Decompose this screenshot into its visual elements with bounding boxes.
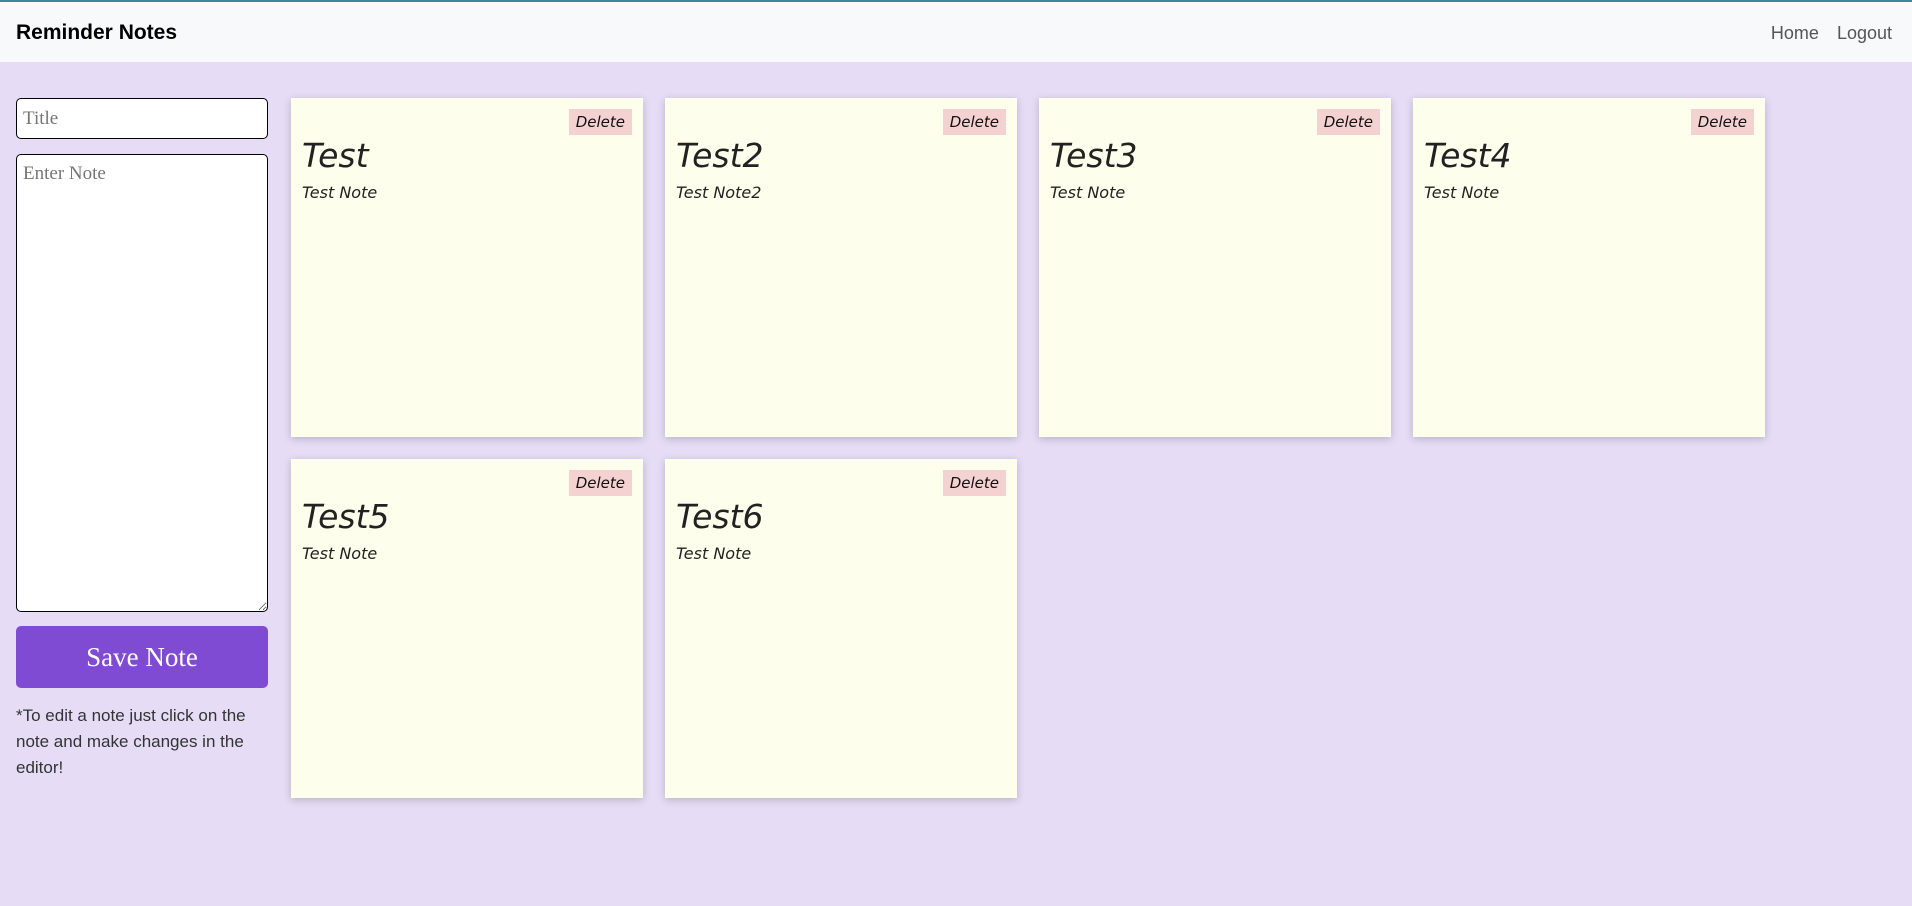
delete-button[interactable]: Delete <box>568 109 632 135</box>
note-title: Test <box>302 136 369 175</box>
note-title: Test4 <box>1424 136 1512 175</box>
nav-home-link[interactable]: Home <box>1771 23 1819 44</box>
save-note-button[interactable]: Save Note <box>16 626 268 688</box>
note-card[interactable]: Delete Test Test Note <box>291 98 643 437</box>
nav-logout-link[interactable]: Logout <box>1837 23 1892 44</box>
note-body: Test Note <box>302 183 378 202</box>
note-card[interactable]: Delete Test5 Test Note <box>291 459 643 798</box>
note-body: Test Note <box>1050 183 1126 202</box>
note-title: Test6 <box>676 497 764 536</box>
note-body: Test Note <box>302 544 378 563</box>
delete-button[interactable]: Delete <box>568 470 632 496</box>
note-card[interactable]: Delete Test6 Test Note <box>665 459 1017 798</box>
note-body: Test Note <box>676 544 752 563</box>
note-body: Test Note <box>1424 183 1500 202</box>
delete-button[interactable]: Delete <box>942 470 1006 496</box>
brand-title[interactable]: Reminder Notes <box>16 21 177 45</box>
note-card[interactable]: Delete Test4 Test Note <box>1413 98 1765 437</box>
note-textarea[interactable] <box>16 154 268 612</box>
note-body: Test Note2 <box>676 183 762 202</box>
note-card[interactable]: Delete Test3 Test Note <box>1039 98 1391 437</box>
delete-button[interactable]: Delete <box>1316 109 1380 135</box>
edit-hint: *To edit a note just click on the note a… <box>16 706 246 777</box>
delete-button[interactable]: Delete <box>942 109 1006 135</box>
delete-button[interactable]: Delete <box>1690 109 1754 135</box>
note-title: Test5 <box>302 497 390 536</box>
note-title: Test3 <box>1050 136 1138 175</box>
navbar: Reminder Notes Home Logout <box>0 0 1912 62</box>
notes-grid: Delete Test Test Note Delete Test2 Test Note… <box>291 98 1765 798</box>
note-card[interactable]: Delete Test2 Test Note2 <box>665 98 1017 437</box>
title-input[interactable] <box>16 98 268 139</box>
nav-links: Home Logout <box>1771 23 1892 44</box>
note-title: Test2 <box>676 136 764 175</box>
